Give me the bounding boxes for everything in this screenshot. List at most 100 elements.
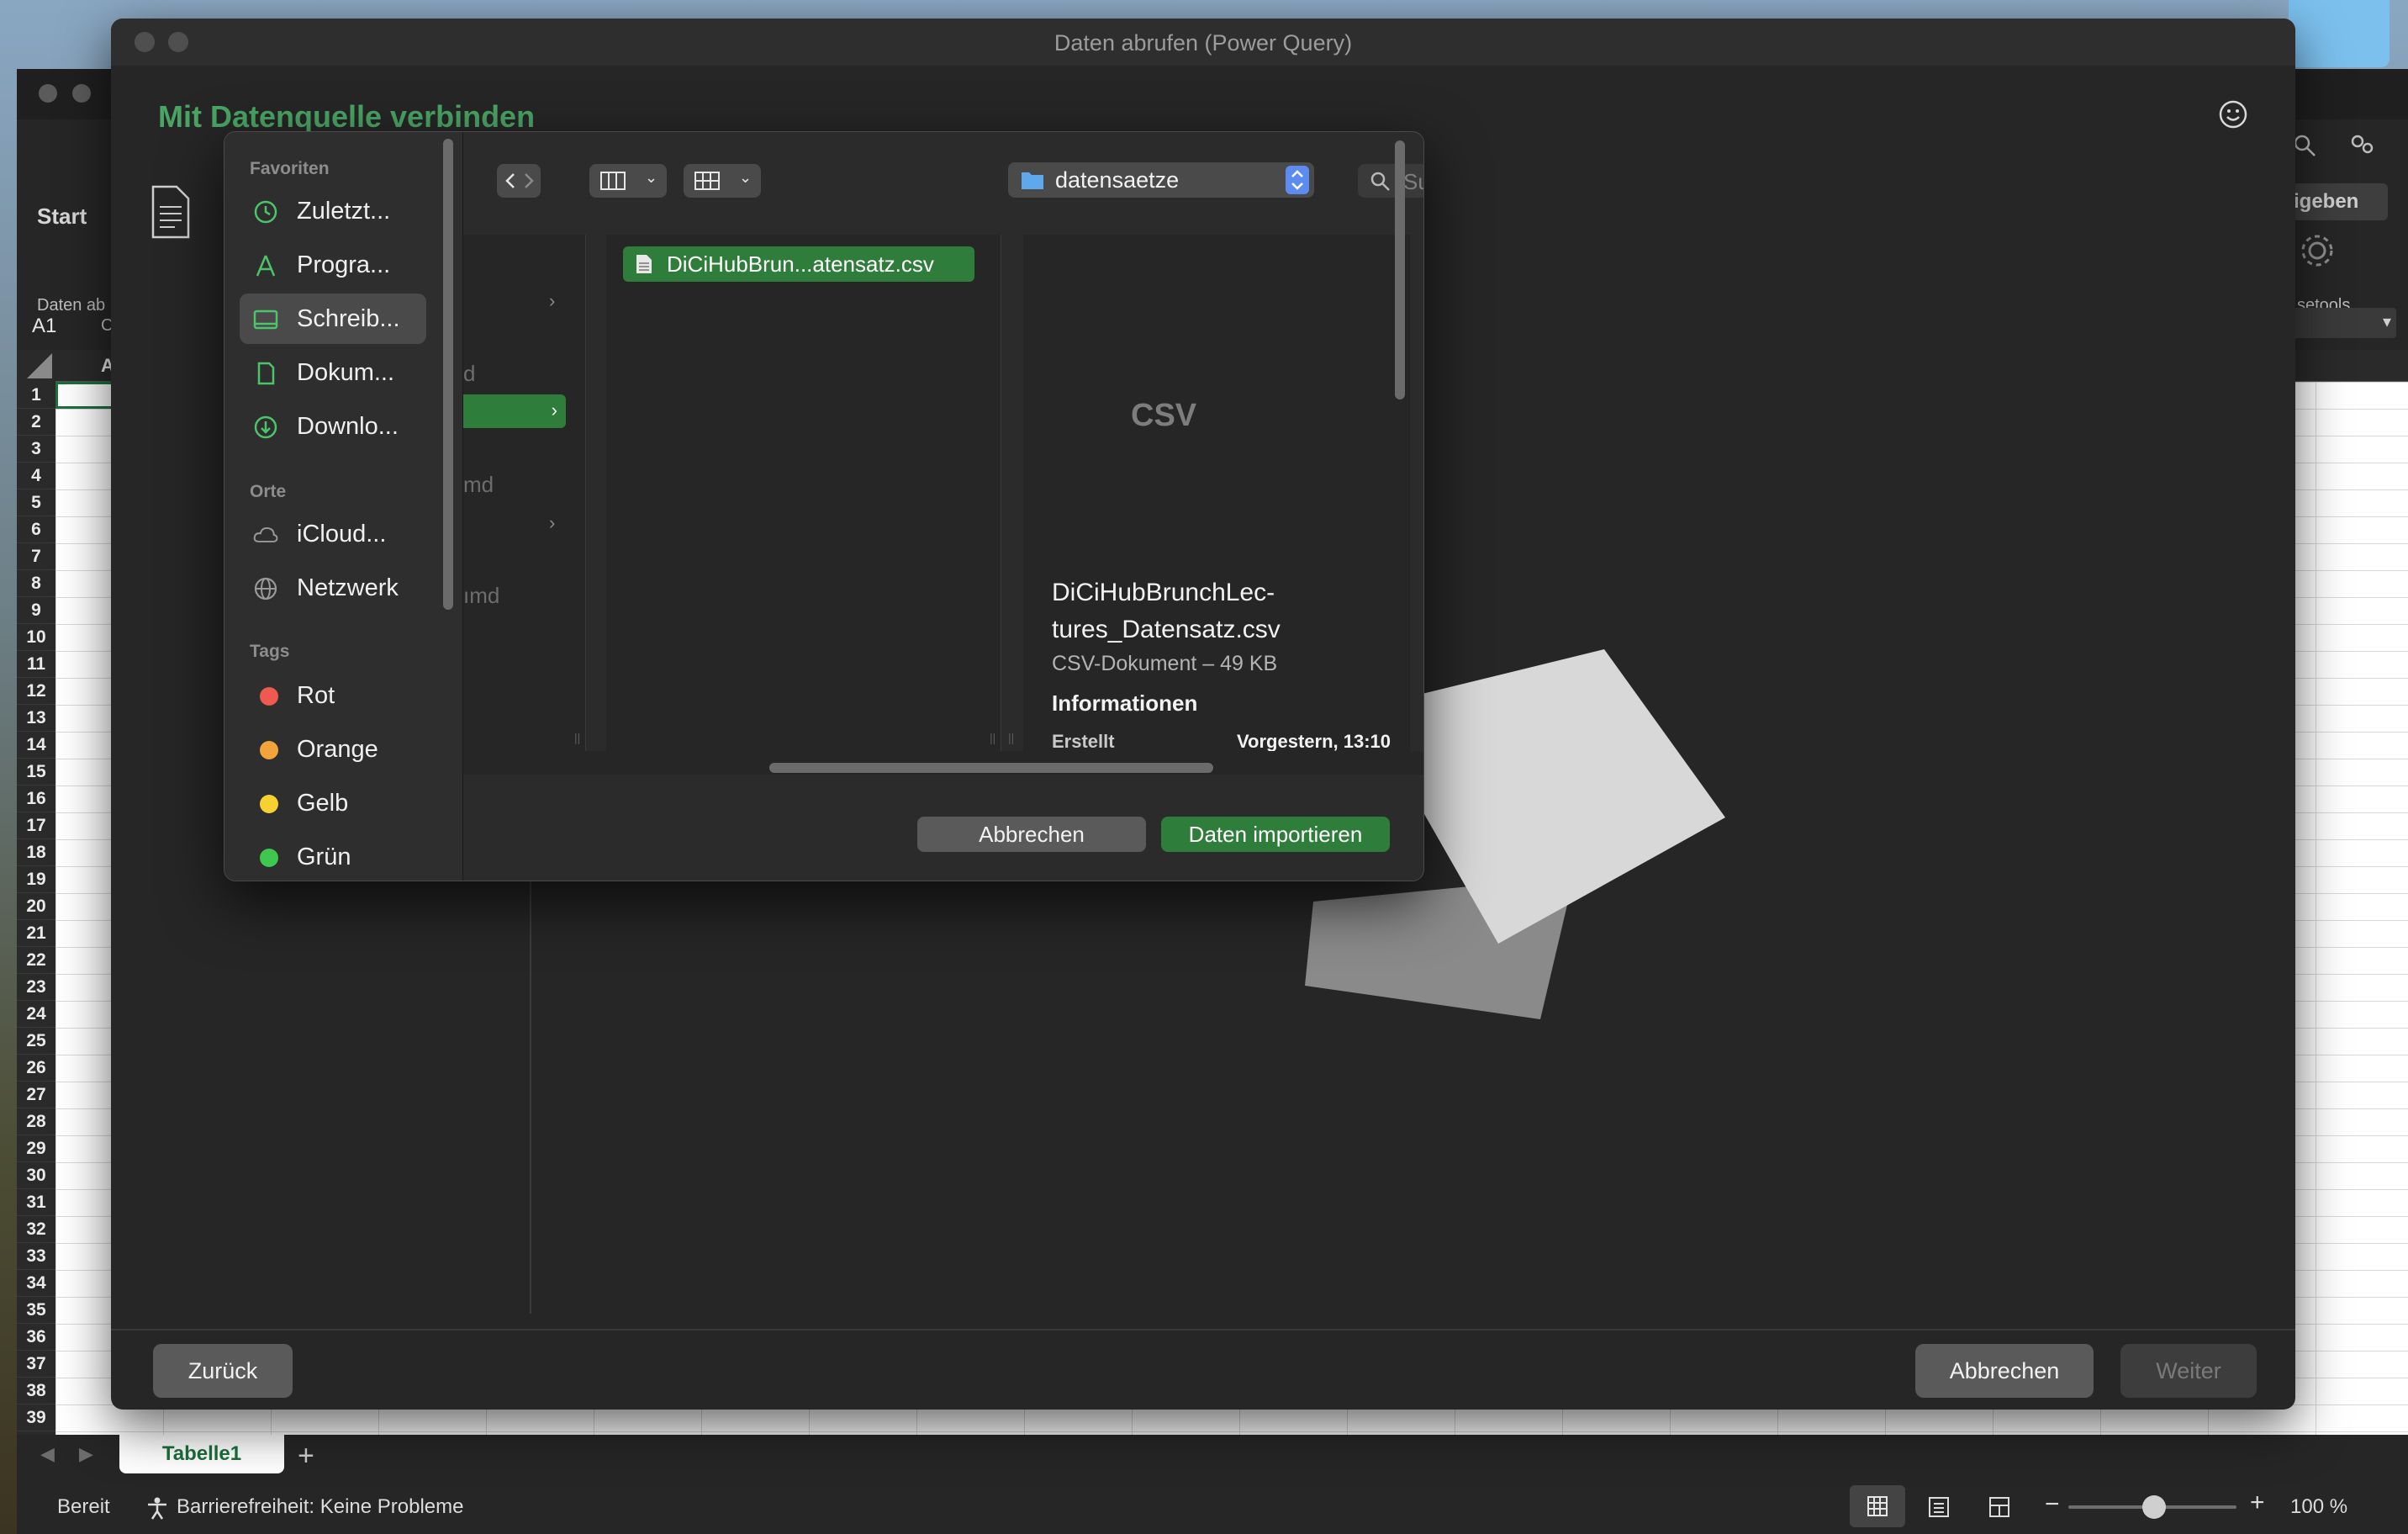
settings-gear-icon[interactable] — [2299, 232, 2336, 269]
feedback-smiley-icon[interactable] — [2218, 99, 2248, 130]
row-header-cell[interactable]: 26 — [17, 1055, 55, 1082]
sidebar-item-downloads[interactable]: Downlo... — [240, 401, 426, 452]
pq-cancel-button[interactable]: Abbrechen — [1915, 1344, 2094, 1398]
preview-scrollbar[interactable] — [1395, 140, 1405, 399]
sheet-prev-icon[interactable]: ◀ — [40, 1443, 55, 1465]
group-grid-icon — [694, 172, 720, 190]
sidebar-item-documents[interactable]: Dokum... — [240, 347, 426, 398]
zoom-out-icon[interactable]: − — [2045, 1490, 2060, 1519]
row-header-cell[interactable]: 27 — [17, 1082, 55, 1108]
row-header-cell[interactable]: 25 — [17, 1028, 55, 1055]
ribbon-share-button[interactable]: igeben — [2287, 183, 2388, 220]
row-header-cell[interactable]: 35 — [17, 1297, 55, 1324]
browser-column-parent[interactable]: › d › md › ımd || — [463, 235, 586, 756]
dialog-cancel-button[interactable]: Abbrechen — [917, 817, 1146, 852]
share-people-icon[interactable] — [2347, 131, 2376, 160]
row-header-cell[interactable]: 6 — [17, 516, 55, 543]
row-header-cell[interactable]: 29 — [17, 1135, 55, 1162]
row-header-cell[interactable]: 33 — [17, 1243, 55, 1270]
row-header-cell[interactable]: 10 — [17, 624, 55, 651]
column-resize-handle[interactable]: || — [990, 731, 995, 744]
import-data-button[interactable]: Daten importieren — [1161, 817, 1390, 852]
csv-file-icon — [636, 255, 652, 273]
formula-expand-area[interactable]: ▾ — [2287, 308, 2396, 338]
sidebar-item-network[interactable]: Netzwerk — [240, 563, 426, 613]
sheet-next-icon[interactable]: ▶ — [79, 1443, 93, 1465]
window-minimize-button[interactable] — [72, 84, 91, 103]
row-header-cell[interactable]: 14 — [17, 732, 55, 759]
row-header-cell[interactable]: 19 — [17, 866, 55, 893]
sidebar-item-recent[interactable]: Zuletzt... — [240, 186, 426, 236]
row-header-cell[interactable]: 24 — [17, 1001, 55, 1028]
row-header-cell[interactable]: 2 — [17, 409, 55, 436]
row-header-cell[interactable]: 4 — [17, 463, 55, 489]
row-header-cell[interactable]: 31 — [17, 1189, 55, 1216]
row-header-cell[interactable]: 18 — [17, 839, 55, 866]
sidebar-tag-green[interactable]: Grün — [240, 832, 426, 881]
file-row-label: DiCiHubBrun...atensatz.csv — [667, 251, 934, 277]
column-resize-handle[interactable]: || — [1008, 731, 1014, 744]
row-header-cell[interactable]: 15 — [17, 759, 55, 786]
path-popup-button[interactable]: datensaetze — [1008, 162, 1314, 198]
row-header-cell[interactable]: 21 — [17, 920, 55, 947]
window-close-button[interactable] — [39, 84, 57, 103]
normal-view-button[interactable] — [1850, 1485, 1905, 1527]
sheet-tab-tabelle1[interactable]: Tabelle1 — [119, 1435, 284, 1473]
accessibility-icon[interactable] — [145, 1495, 170, 1521]
text-file-source-icon[interactable] — [150, 185, 192, 239]
zoom-slider[interactable] — [2068, 1495, 2236, 1519]
zoom-level[interactable]: 100 % — [2290, 1495, 2347, 1519]
selected-folder-row[interactable]: › — [463, 394, 566, 428]
row-header-cell[interactable]: 1 — [17, 382, 55, 409]
row-header-cell[interactable]: 23 — [17, 974, 55, 1001]
row-header-cell[interactable]: 30 — [17, 1162, 55, 1189]
row-header-cell[interactable]: 3 — [17, 436, 55, 463]
row-header-cell[interactable]: 13 — [17, 705, 55, 732]
group-button[interactable]: ⌄ — [684, 164, 761, 198]
column-resize-handle[interactable]: || — [574, 731, 580, 744]
sidebar-item-icloud[interactable]: iCloud... — [240, 509, 426, 559]
sidebar-tag-yellow[interactable]: Gelb — [240, 778, 426, 828]
row-header-cell[interactable]: 12 — [17, 678, 55, 705]
row-header-cell[interactable]: 32 — [17, 1216, 55, 1243]
ribbon-tab-start[interactable]: Start — [37, 204, 87, 230]
sidebar-item-desktop[interactable]: Schreib... — [240, 294, 426, 344]
browser-column-files[interactable]: DiCiHubBrun...atensatz.csv || — [606, 235, 1001, 756]
row-header-cell[interactable]: 17 — [17, 812, 55, 839]
status-accessibility[interactable]: Barrierefreiheit: Keine Probleme — [177, 1495, 464, 1519]
row-header-cell[interactable]: 28 — [17, 1108, 55, 1135]
search-input[interactable]: Suchen — [1358, 164, 1423, 198]
select-all-corner[interactable] — [17, 350, 55, 382]
zoom-slider-thumb[interactable] — [2142, 1495, 2166, 1519]
zoom-in-icon[interactable]: + — [2250, 1489, 2265, 1517]
page-break-icon[interactable] — [1988, 1495, 2011, 1519]
sidebar-tag-red[interactable]: Rot — [240, 670, 426, 721]
row-header-cell[interactable]: 37 — [17, 1351, 55, 1378]
horizontal-scrollbar[interactable] — [769, 763, 1213, 773]
row-header-cell[interactable]: 34 — [17, 1270, 55, 1297]
row-header-cell[interactable]: 5 — [17, 489, 55, 516]
sidebar-tag-orange[interactable]: Orange — [240, 724, 426, 775]
row-header-cell[interactable]: 9 — [17, 597, 55, 624]
page-layout-icon[interactable] — [1927, 1495, 1951, 1519]
back-nav-button[interactable] — [497, 164, 541, 198]
row-header-cell[interactable]: 39 — [17, 1404, 55, 1431]
sidebar-item-applications[interactable]: Progra... — [240, 240, 426, 290]
row-header-cell[interactable]: 38 — [17, 1378, 55, 1404]
row-header-cell[interactable]: 22 — [17, 947, 55, 974]
name-box[interactable]: A1 — [17, 301, 118, 348]
row-header-cell[interactable]: 11 — [17, 651, 55, 678]
formula-expand-icon[interactable]: ▾ — [2383, 311, 2391, 332]
row-header-cell[interactable]: 20 — [17, 893, 55, 920]
search-icon[interactable] — [2292, 133, 2317, 158]
row-header-cell[interactable]: 8 — [17, 570, 55, 597]
sidebar-scrollbar[interactable] — [443, 139, 453, 610]
file-row-selected[interactable]: DiCiHubBrun...atensatz.csv — [623, 246, 974, 282]
next-button[interactable]: Weiter — [2120, 1344, 2257, 1398]
view-columns-button[interactable]: ⌄ — [589, 164, 667, 198]
row-header-cell[interactable]: 36 — [17, 1324, 55, 1351]
row-header-cell[interactable]: 16 — [17, 786, 55, 812]
add-sheet-icon[interactable]: + — [298, 1440, 314, 1473]
row-header-cell[interactable]: 7 — [17, 543, 55, 570]
back-button[interactable]: Zurück — [153, 1344, 293, 1398]
